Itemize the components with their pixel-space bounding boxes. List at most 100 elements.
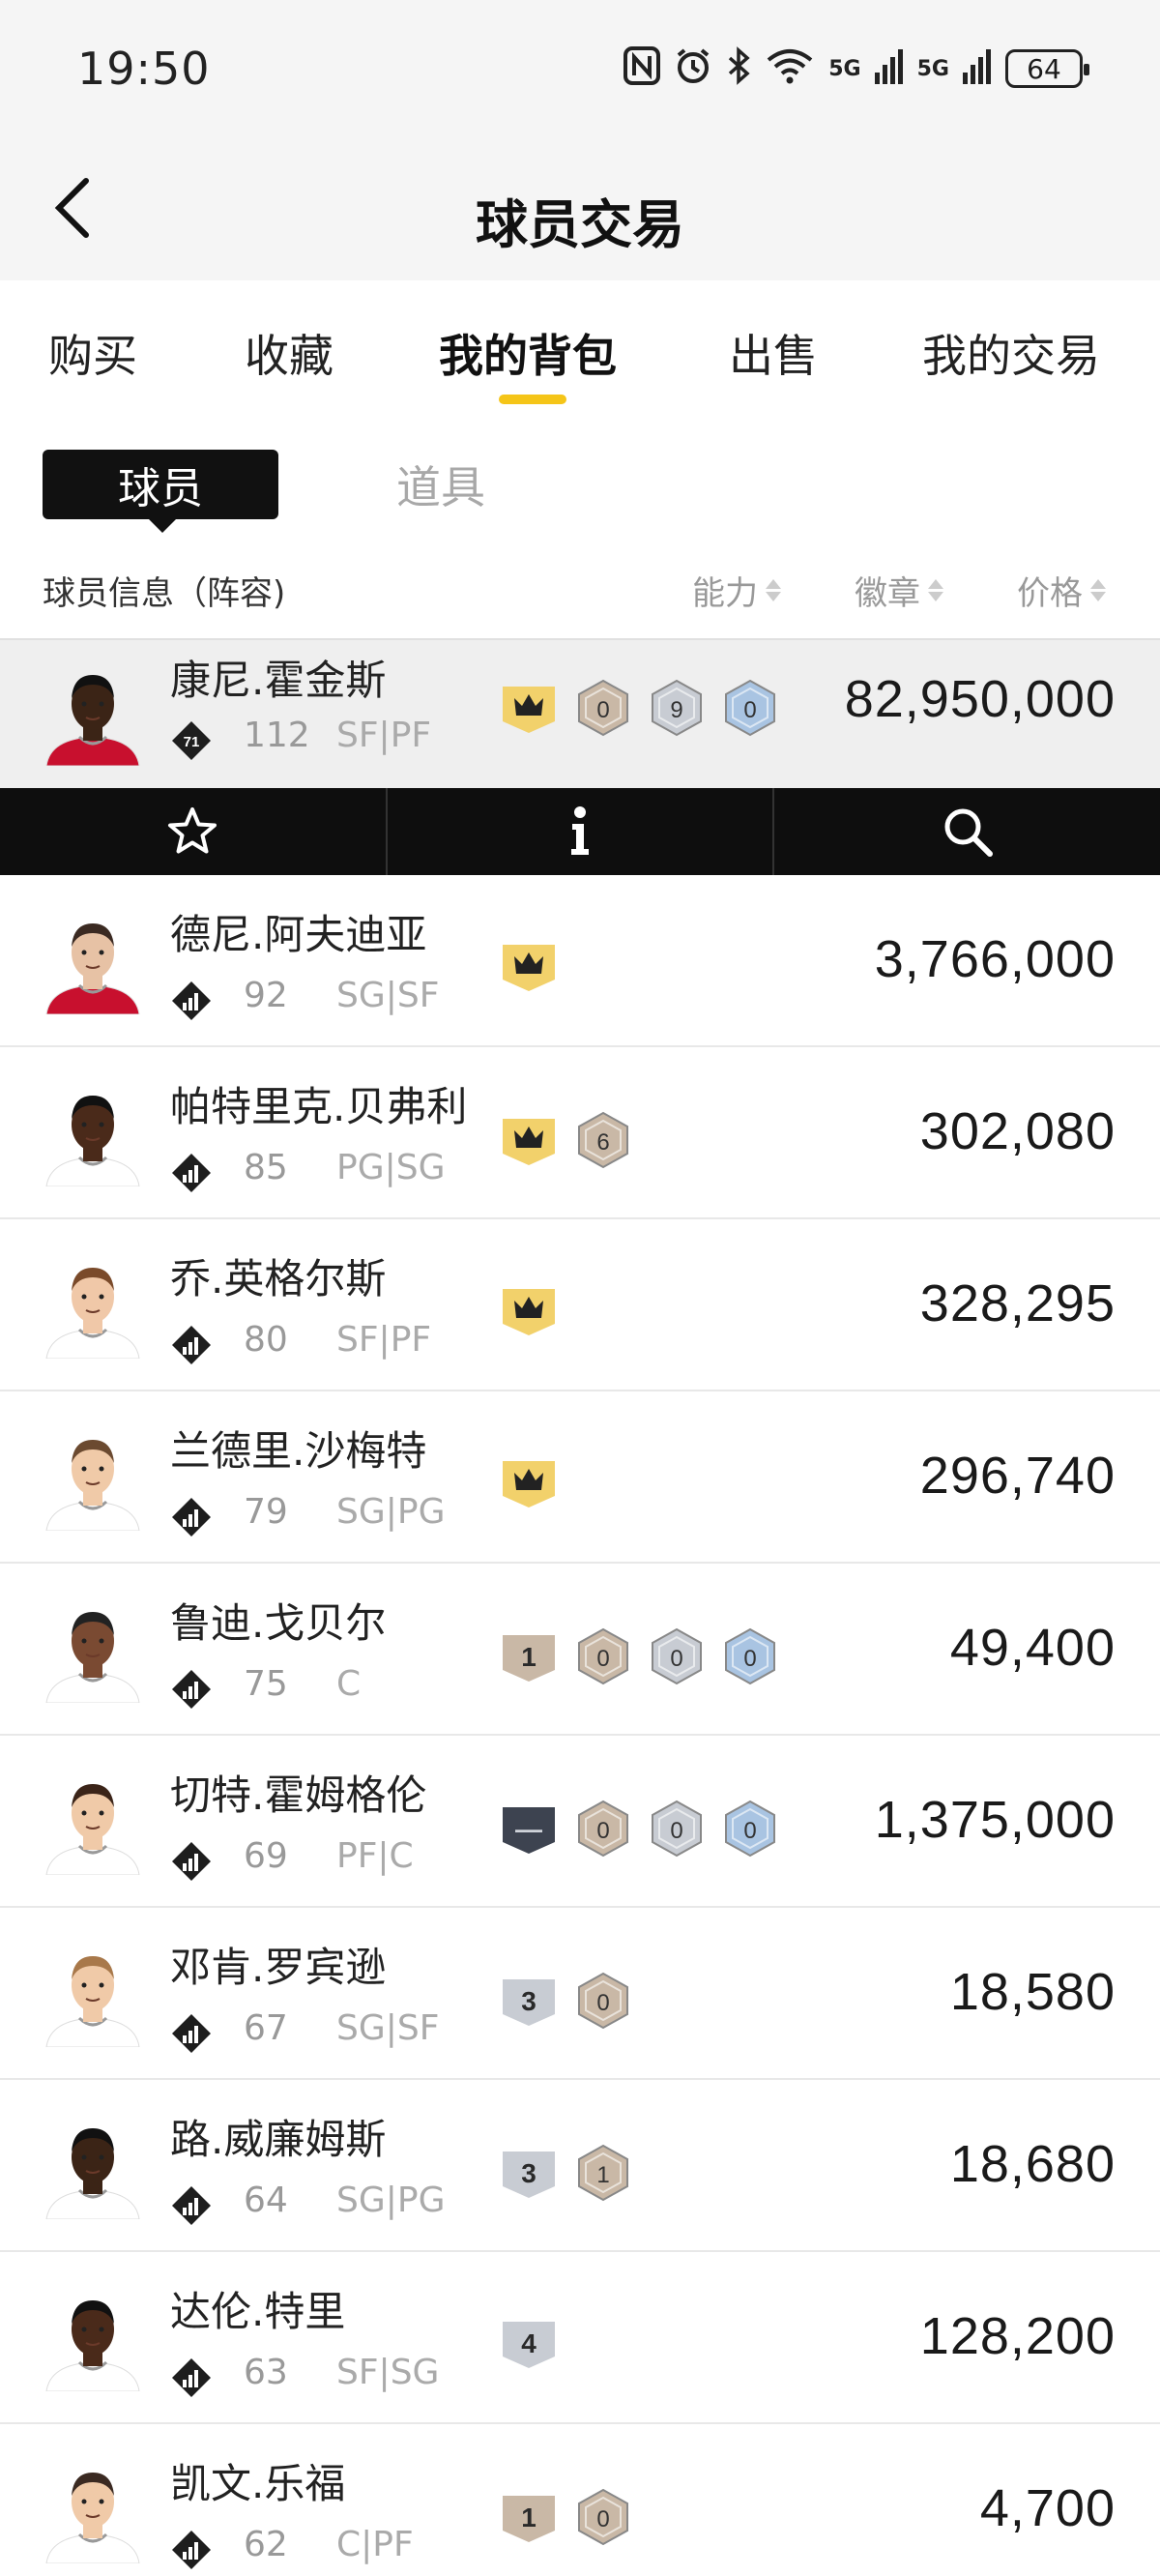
crown-badge-icon xyxy=(501,1113,557,1171)
skill-badge-icon: 0 xyxy=(723,1627,777,1689)
player-name: 康尼.霍金斯 xyxy=(170,657,387,704)
player-position: SG|SF xyxy=(336,976,440,1015)
sub-tab-players[interactable]: 球员 xyxy=(43,450,278,533)
player-row[interactable]: 兰德里.沙梅特 79 SG|PG 296,740 xyxy=(0,1391,1160,1564)
tier-diamond-icon xyxy=(170,980,213,1022)
player-avatar xyxy=(41,2459,145,2563)
signal-5g-label-2: 5G xyxy=(916,56,949,81)
player-avatar xyxy=(41,1771,145,1875)
player-row[interactable]: 达伦.特里 63 SF|SG 4 128,200 xyxy=(0,2252,1160,2424)
skill-badge-icon: 0 xyxy=(576,2488,630,2550)
skill-badge-icon: 9 xyxy=(650,679,704,741)
svg-text:3: 3 xyxy=(521,2158,536,2188)
player-row[interactable]: 德尼.阿夫迪亚 92 SG|SF 3,766,000 xyxy=(0,875,1160,1047)
player-position: C xyxy=(336,1664,362,1704)
level-badge-icon: 3 xyxy=(501,2146,557,2204)
sort-price-label: 价格 xyxy=(1017,574,1083,613)
player-name: 路.威廉姆斯 xyxy=(170,2116,387,2163)
player-ovr: 69 xyxy=(244,1836,288,1876)
skill-badge-icon: 0 xyxy=(576,1972,630,2034)
player-name: 邓肯.罗宾逊 xyxy=(170,1944,387,1991)
tab-my-trades[interactable]: 我的交易 xyxy=(922,321,1100,385)
player-avatar xyxy=(41,1598,145,1703)
player-row[interactable]: 路.威廉姆斯 64 SG|PG 3 1 18,680 xyxy=(0,2080,1160,2252)
player-price: 328,295 xyxy=(919,1274,1116,1332)
player-avatar xyxy=(41,1943,145,2047)
player-name: 帕特里克.贝弗利 xyxy=(170,1083,468,1130)
sort-price[interactable]: 价格 xyxy=(1017,567,1106,614)
svg-text:1: 1 xyxy=(521,2503,536,2532)
player-price: 296,740 xyxy=(919,1447,1116,1505)
level-badge-icon: 1 xyxy=(501,2490,557,2548)
sub-tab-items[interactable]: 道具 xyxy=(396,453,485,516)
player-name: 凯文.乐福 xyxy=(170,2460,346,2507)
svg-text:0: 0 xyxy=(743,697,756,723)
sort-arrows-icon xyxy=(1090,579,1106,601)
title-bar: 球员交易 xyxy=(0,135,1160,280)
signal-bars-icon-1 xyxy=(874,47,904,90)
player-row[interactable]: 康尼.霍金斯 71 112 SF|PF 0 9 0 82,950,000 xyxy=(0,638,1160,788)
skill-badge-icon: 0 xyxy=(576,1800,630,1861)
sort-ability-label: 能力 xyxy=(692,574,758,613)
badge-list: 1 0 0 0 xyxy=(501,1627,777,1689)
player-ovr: 75 xyxy=(244,1664,288,1704)
wifi-icon xyxy=(765,46,815,91)
player-position: SF|PF xyxy=(336,716,432,755)
player-position: SG|PG xyxy=(336,2181,446,2220)
nfc-icon xyxy=(624,46,661,91)
svg-text:1: 1 xyxy=(596,2162,609,2188)
signal-bars-icon-2 xyxy=(963,47,992,90)
crown-badge-icon xyxy=(501,681,557,739)
tier-diamond-icon xyxy=(170,2529,213,2571)
favorite-button[interactable] xyxy=(0,788,388,875)
skill-badge-icon: 0 xyxy=(576,679,630,741)
svg-text:71: 71 xyxy=(184,734,200,750)
badge-list: 10 xyxy=(501,2488,630,2550)
svg-text:6: 6 xyxy=(596,1129,609,1156)
player-row[interactable]: 切特.霍姆格伦 69 PF|C — 0 0 0 1,375,000 xyxy=(0,1736,1160,1908)
info-button[interactable] xyxy=(388,788,775,875)
player-row[interactable]: 邓肯.罗宾逊 67 SG|SF 3 0 18,580 xyxy=(0,1908,1160,2080)
tier-diamond-icon: 71 xyxy=(170,719,213,762)
svg-text:3: 3 xyxy=(521,1986,536,2016)
player-row[interactable]: 凯文.乐福 62 C|PF 1 0 4,700 xyxy=(0,2424,1160,2576)
sort-ability[interactable]: 能力 xyxy=(692,567,781,614)
tab-sell[interactable]: 出售 xyxy=(729,321,818,385)
level-badge-icon: 4 xyxy=(501,2316,557,2374)
player-ovr: 64 xyxy=(244,2181,288,2220)
tier-diamond-icon xyxy=(170,1840,213,1883)
badge-list: 6 xyxy=(501,1111,630,1173)
player-name: 乔.英格尔斯 xyxy=(170,1255,387,1303)
badge-list: 4 xyxy=(501,2316,557,2374)
sort-badge[interactable]: 徽章 xyxy=(855,567,943,614)
search-button[interactable] xyxy=(774,788,1160,875)
badge-list xyxy=(501,1455,557,1513)
tier-diamond-icon xyxy=(170,2012,213,2055)
badge-list xyxy=(501,939,557,997)
skill-badge-icon: 6 xyxy=(576,1111,630,1173)
svg-text:0: 0 xyxy=(743,1818,756,1844)
player-avatar xyxy=(41,2115,145,2219)
sort-arrows-icon xyxy=(928,579,943,601)
player-price: 18,680 xyxy=(949,2135,1116,2193)
player-row[interactable]: 乔.英格尔斯 80 SF|PF 328,295 xyxy=(0,1219,1160,1391)
player-position: SG|SF xyxy=(336,2008,440,2048)
player-avatar xyxy=(41,1082,145,1186)
svg-text:0: 0 xyxy=(596,1646,609,1672)
status-time: 19:50 xyxy=(77,43,211,95)
player-row[interactable]: 帕特里克.贝弗利 85 PG|SG 6 302,080 xyxy=(0,1047,1160,1219)
tab-favorites[interactable]: 收藏 xyxy=(245,321,334,385)
player-avatar xyxy=(41,661,145,766)
tab-buy[interactable]: 购买 xyxy=(48,321,137,385)
sub-tabs: 球员 道具 xyxy=(0,425,1160,551)
player-price: 18,580 xyxy=(949,1963,1116,2021)
tab-my-backpack[interactable]: 我的背包 xyxy=(439,321,617,385)
player-avatar xyxy=(41,2287,145,2391)
player-price: 1,375,000 xyxy=(874,1791,1116,1849)
player-row[interactable]: 鲁迪.戈贝尔 75 C 1 0 0 0 49,400 xyxy=(0,1564,1160,1736)
svg-text:0: 0 xyxy=(743,1646,756,1672)
skill-badge-icon: 1 xyxy=(576,2144,630,2206)
status-bar: 19:50 5G 5G 64 xyxy=(0,0,1160,135)
player-price: 4,700 xyxy=(979,2479,1116,2537)
level-badge-icon: 3 xyxy=(501,1974,557,2032)
